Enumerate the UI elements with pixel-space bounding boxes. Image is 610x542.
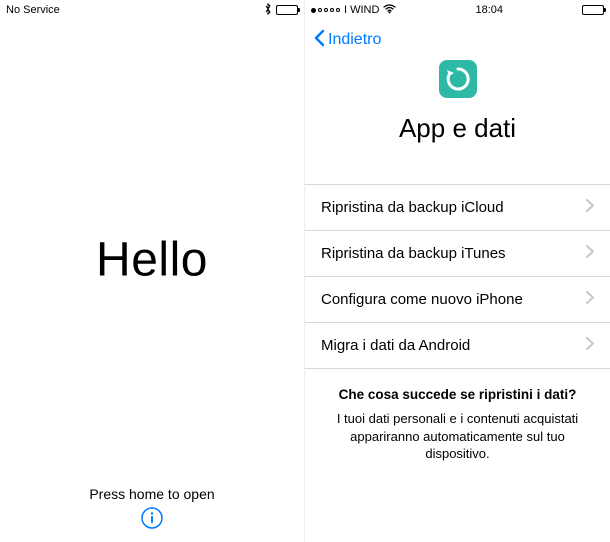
back-button[interactable]: Indietro — [313, 29, 381, 52]
bluetooth-icon — [264, 3, 272, 18]
option-label: Ripristina da backup iCloud — [321, 199, 504, 216]
content-area: App e dati Ripristina da backup iCloud R… — [305, 60, 610, 481]
chevron-right-icon — [586, 291, 594, 308]
info-icon[interactable] — [141, 507, 163, 534]
status-bar-right: I WIND 18:04 — [305, 0, 610, 20]
option-migrate-android[interactable]: Migra i dati da Android — [305, 323, 610, 369]
chevron-right-icon — [586, 245, 594, 262]
service-status: No Service — [6, 4, 60, 16]
option-list: Ripristina da backup iCloud Ripristina d… — [305, 184, 610, 369]
option-label: Migra i dati da Android — [321, 337, 470, 354]
option-label: Ripristina da backup iTunes — [321, 245, 506, 262]
wifi-icon — [383, 4, 396, 17]
nav-bar: Indietro — [305, 20, 610, 60]
press-home-label: Press home to open — [0, 486, 304, 502]
hello-area: Hello — [0, 233, 304, 288]
chevron-right-icon — [586, 199, 594, 216]
restore-icon — [305, 60, 610, 103]
signal-icon — [311, 8, 340, 13]
info-title: Che cosa succede se ripristini i dati? — [325, 387, 590, 402]
time-label: 18:04 — [475, 4, 503, 16]
battery-icon — [582, 5, 604, 15]
hello-text: Hello — [0, 233, 304, 288]
back-label: Indietro — [328, 31, 381, 49]
option-restore-itunes[interactable]: Ripristina da backup iTunes — [305, 231, 610, 277]
carrier-label: I WIND — [344, 4, 379, 16]
option-restore-icloud[interactable]: Ripristina da backup iCloud — [305, 185, 610, 231]
option-setup-new[interactable]: Configura come nuovo iPhone — [305, 277, 610, 323]
chevron-left-icon — [313, 29, 325, 52]
chevron-right-icon — [586, 337, 594, 354]
status-bar-left: No Service — [0, 0, 304, 20]
option-label: Configura come nuovo iPhone — [321, 291, 523, 308]
phone-hello-screen: No Service Hello Press home to open — [0, 0, 305, 542]
phone-apps-data-screen: I WIND 18:04 Indietro App e dat — [305, 0, 610, 542]
page-title: App e dati — [305, 113, 610, 144]
info-body: I tuoi dati personali e i contenuti acqu… — [325, 410, 590, 463]
battery-icon — [276, 5, 298, 15]
info-section: Che cosa succede se ripristini i dati? I… — [305, 369, 610, 481]
